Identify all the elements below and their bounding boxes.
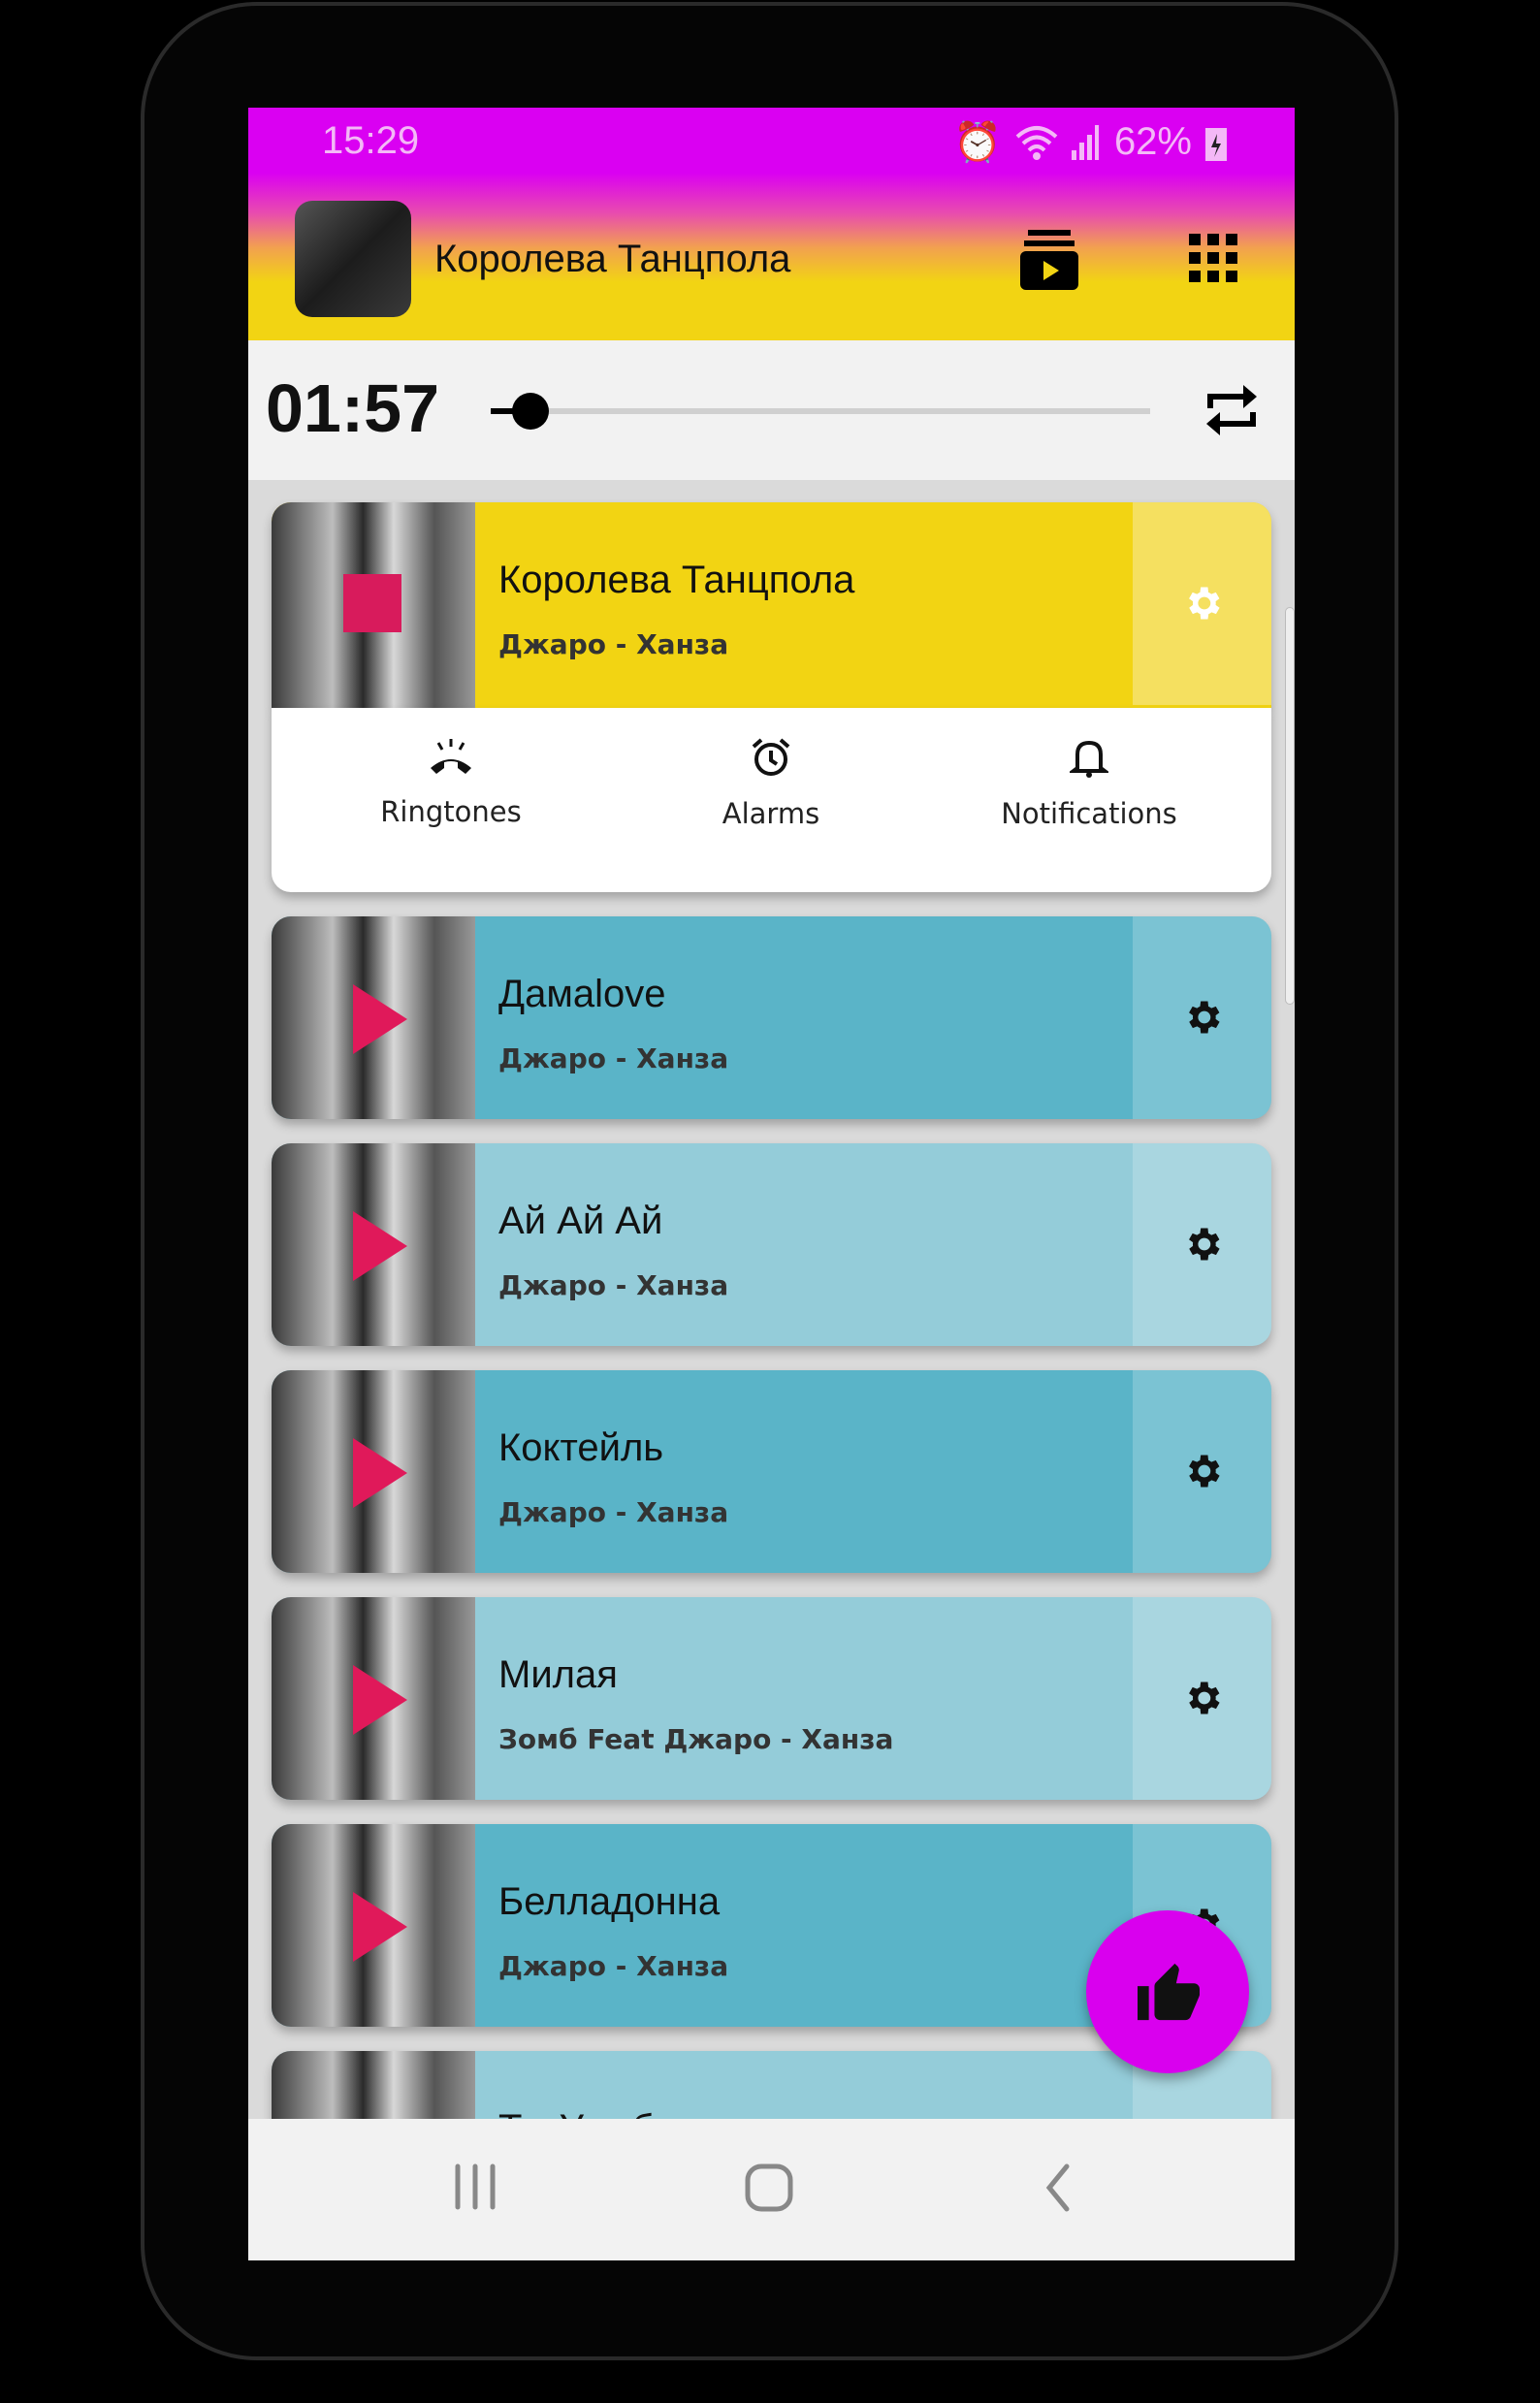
status-bar: 15:29 ⏰ 62% <box>248 108 1295 176</box>
grid-menu-icon[interactable] <box>1189 234 1237 282</box>
song-art <box>272 1370 475 1573</box>
song-art <box>272 1597 475 1800</box>
bell-icon <box>1070 740 1108 778</box>
battery-charging-icon <box>1205 127 1227 161</box>
settings-button[interactable] <box>1133 1370 1271 1573</box>
current-song-card[interactable]: Королева Танцпола Джаро - Ханза <box>272 502 1271 708</box>
playlist-play-icon[interactable] <box>1020 230 1078 290</box>
wifi-icon <box>1015 125 1058 160</box>
ringtones-label: Ringtones <box>380 795 522 828</box>
like-button[interactable] <box>1086 1910 1249 2073</box>
song-title: Белладонна <box>498 1880 721 1923</box>
alarm-clock-icon <box>752 738 790 776</box>
song-title: Ай Ай Ай <box>498 1200 663 1242</box>
settings-button[interactable] <box>1133 502 1271 705</box>
stop-icon[interactable] <box>343 574 401 632</box>
alarms-label: Alarms <box>722 797 820 830</box>
status-time: 15:29 <box>322 119 420 162</box>
song-artist: Джаро - Ханза <box>498 1042 729 1074</box>
song-title: Милая <box>498 1653 618 1696</box>
song-card[interactable]: Дамаlove Джаро - Ханза <box>272 916 1271 1119</box>
set-as-panel: Ringtones Alarms Notifications <box>272 708 1271 892</box>
screen: 15:29 ⏰ 62% Королева Танцпола 01:57 Коро… <box>248 108 1295 2260</box>
play-icon[interactable] <box>353 1211 407 1281</box>
song-art <box>272 1824 475 2027</box>
song-artist: Джаро - Ханза <box>498 628 729 660</box>
header-title: Королева Танцпола <box>434 238 791 280</box>
play-icon[interactable] <box>353 1665 407 1735</box>
song-card[interactable]: Милая Зомб Feat Джаро - Ханза <box>272 1597 1271 1800</box>
notifications-label: Notifications <box>1001 797 1177 830</box>
song-art <box>272 916 475 1119</box>
album-art-thumbnail[interactable] <box>295 201 411 317</box>
song-card[interactable]: Ай Ай Ай Джаро - Ханза <box>272 1143 1271 1346</box>
back-icon[interactable] <box>1043 2163 1073 2212</box>
elapsed-time: 01:57 <box>266 370 440 446</box>
seek-handle[interactable] <box>511 393 549 430</box>
phone-ringing-icon <box>431 739 471 774</box>
settings-button[interactable] <box>1133 1143 1271 1346</box>
song-artist: Джаро - Ханза <box>498 1950 729 1982</box>
scrollbar[interactable] <box>1285 607 1295 1005</box>
thumbs-up-icon <box>1138 1963 1200 2021</box>
gear-icon <box>1189 1001 1220 1034</box>
repeat-icon[interactable] <box>1204 381 1259 439</box>
play-icon[interactable] <box>353 1892 407 1962</box>
gear-icon <box>1189 1228 1220 1261</box>
song-artist: Джаро - Ханза <box>498 1269 729 1301</box>
song-artist: Джаро - Ханза <box>498 1496 729 1528</box>
gear-icon <box>1189 1455 1220 1488</box>
ringtones-button[interactable]: Ringtones <box>291 737 611 828</box>
song-art <box>272 1143 475 1346</box>
alarms-button[interactable]: Alarms <box>611 737 931 830</box>
gear-icon <box>1189 1682 1220 1714</box>
gear-icon <box>1189 587 1220 620</box>
song-title: Дамаlove <box>498 973 666 1015</box>
alarm-icon: ⏰ <box>953 121 1002 164</box>
song-card[interactable]: Коктейль Джаро - Ханза <box>272 1370 1271 1573</box>
top-bar: 15:29 ⏰ 62% Королева Танцпола <box>248 108 1295 340</box>
notifications-button[interactable]: Notifications <box>929 737 1249 830</box>
play-icon[interactable] <box>353 1438 407 1508</box>
song-art <box>272 502 475 708</box>
song-title: Коктейль <box>498 1426 664 1469</box>
recent-apps-icon[interactable] <box>454 2163 498 2210</box>
player-bar: 01:57 <box>248 340 1295 480</box>
song-title: Королева Танцпола <box>498 559 855 601</box>
seek-slider[interactable] <box>491 393 1150 430</box>
signal-icon <box>1071 124 1099 160</box>
song-artist: Зомб Feat Джаро - Ханза <box>498 1723 894 1755</box>
settings-button[interactable] <box>1133 1597 1271 1800</box>
play-icon[interactable] <box>353 984 407 1054</box>
navigation-bar <box>248 2119 1295 2260</box>
battery-percent: 62% <box>1113 120 1192 163</box>
home-icon[interactable] <box>745 2163 793 2212</box>
settings-button[interactable] <box>1133 916 1271 1119</box>
